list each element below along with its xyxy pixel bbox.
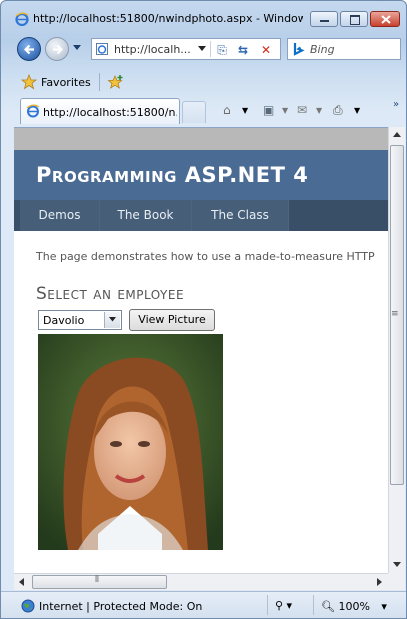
menu-item-the-class[interactable]: The Class: [192, 200, 289, 231]
minimize-icon: [320, 20, 329, 22]
separator: [210, 41, 211, 57]
refresh-icon[interactable]: ⇆: [235, 42, 251, 58]
scroll-grip-icon: ⦀: [95, 575, 99, 585]
horizontal-scroll-thumb[interactable]: ⦀: [32, 575, 167, 589]
back-button[interactable]: [17, 37, 41, 61]
zoom-dropdown-icon[interactable]: ▾: [381, 600, 387, 613]
intro-text: The page demonstrates how to use a made-…: [36, 250, 375, 263]
feeds-icon[interactable]: ▣: [263, 103, 274, 117]
address-input[interactable]: http://localh...: [114, 43, 200, 56]
address-box[interactable]: http://localh... ⎘ ⇆ ✕: [91, 38, 281, 60]
page-icon: [96, 43, 108, 55]
scroll-corner: [388, 573, 405, 590]
add-to-favorites-bar-icon[interactable]: [107, 74, 125, 90]
maximize-icon: [350, 15, 360, 25]
site-banner: Programming ASP.NET 4: [14, 150, 388, 200]
print-icon[interactable]: ⎙: [333, 103, 343, 118]
chevron-more-icon[interactable]: »: [393, 99, 399, 110]
feeds-dropdown-icon[interactable]: ▼: [282, 106, 288, 115]
address-dropdown-icon[interactable]: [198, 46, 206, 51]
forward-arrow-icon: [53, 44, 64, 55]
top-strip: [14, 128, 388, 150]
employee-photo: [38, 334, 223, 550]
favorites-star-icon[interactable]: [21, 74, 37, 90]
navigation-bar: http://localh... ⎘ ⇆ ✕ Bing: [1, 35, 406, 65]
separator: [267, 595, 268, 615]
mail-dropdown-icon[interactable]: ▼: [316, 106, 322, 115]
new-tab-button[interactable]: [182, 101, 206, 123]
maximize-button[interactable]: [340, 11, 368, 27]
employee-select[interactable]: Davolio: [38, 310, 122, 330]
separator: [99, 73, 100, 91]
home-icon[interactable]: ⌂: [223, 103, 231, 117]
zoom-control[interactable]: 🔍︎ 100% ▾: [321, 600, 387, 613]
select-dropdown-button[interactable]: [104, 312, 120, 328]
scroll-up-icon[interactable]: [393, 132, 401, 137]
page-viewport: Programming ASP.NET 4 Demos The Book The…: [14, 127, 388, 574]
tab-active[interactable]: http://localhost:51800/n...: [20, 98, 180, 124]
zoom-icon: 🔍︎: [321, 600, 335, 613]
scroll-grip-icon: ≡: [391, 309, 399, 319]
search-input[interactable]: Bing: [310, 43, 335, 56]
mail-icon[interactable]: ✉: [297, 103, 307, 117]
close-icon: [381, 15, 391, 24]
zoom-level: 100%: [338, 600, 370, 613]
forward-button[interactable]: [45, 37, 69, 61]
history-dropdown-icon[interactable]: [73, 45, 81, 51]
status-text: Internet | Protected Mode: On: [39, 600, 203, 613]
ie-icon: [15, 12, 29, 26]
scroll-right-icon[interactable]: [377, 578, 382, 586]
bing-icon: [292, 42, 306, 56]
title-bar: http://localhost:51800/nwindphoto.aspx -…: [1, 1, 406, 29]
employee-portrait-image: [38, 334, 223, 550]
status-bar: Internet | Protected Mode: On ⚲ ▾ 🔍︎ 100…: [1, 591, 406, 618]
tab-label: http://localhost:51800/n...: [43, 106, 177, 119]
globe-icon: [21, 599, 35, 613]
stop-icon[interactable]: ✕: [258, 42, 274, 58]
view-picture-button[interactable]: View Picture: [129, 309, 215, 331]
close-button[interactable]: [370, 11, 400, 27]
print-dropdown-icon[interactable]: ▼: [354, 106, 360, 115]
section-heading: Select an employee: [36, 284, 185, 304]
vertical-scrollbar[interactable]: ≡: [388, 127, 405, 573]
home-dropdown-icon[interactable]: ▼: [242, 106, 248, 115]
separator: [313, 595, 314, 615]
search-box[interactable]: Bing: [287, 38, 401, 60]
window-title: http://localhost:51800/nwindphoto.aspx -…: [33, 12, 303, 25]
horizontal-scrollbar[interactable]: ⦀: [14, 573, 388, 590]
menu-item-the-book[interactable]: The Book: [100, 200, 192, 231]
ie-page-icon: [26, 104, 40, 118]
chevron-down-icon: [109, 317, 116, 322]
favorites-button[interactable]: Favorites: [41, 76, 91, 89]
employee-select-value: Davolio: [43, 314, 85, 327]
back-arrow-icon: [23, 44, 34, 55]
site-title: Programming ASP.NET 4: [36, 163, 309, 187]
compatibility-view-icon[interactable]: ⎘: [214, 42, 230, 58]
minimize-button[interactable]: [310, 11, 338, 27]
scroll-down-icon[interactable]: [393, 562, 401, 567]
scroll-left-icon[interactable]: [19, 578, 24, 586]
tab-row: http://localhost:51800/n... ⌂ ▼ ▣ ▼ ✉ ▼ …: [1, 97, 406, 125]
browser-window: http://localhost:51800/nwindphoto.aspx -…: [0, 0, 407, 619]
menu-item-demos[interactable]: Demos: [20, 200, 100, 231]
protected-mode-icon[interactable]: ⚲ ▾: [275, 599, 292, 612]
favorites-bar: Favorites: [1, 70, 406, 94]
site-menu: Demos The Book The Class: [14, 200, 388, 231]
